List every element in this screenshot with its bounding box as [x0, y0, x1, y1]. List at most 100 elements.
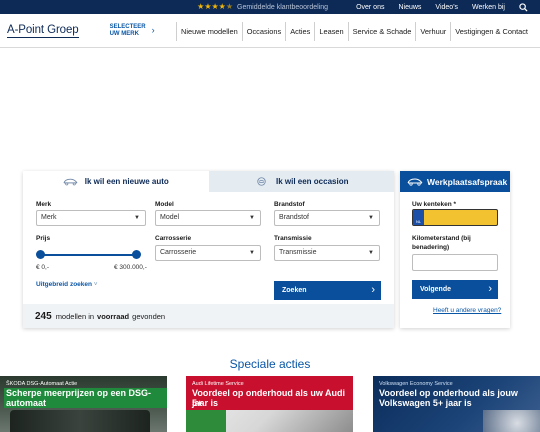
car-icon [63, 178, 78, 186]
brandstof-label: Brandstof [274, 201, 305, 208]
promo-card-volkswagen[interactable]: Volkswagen Economy Service Voordeel op o… [373, 376, 540, 432]
half-star-icon: ★ [225, 2, 233, 11]
search-form: Merk Merk ▼ Model Model ▼ Brandstof Bran… [23, 192, 394, 328]
nav-service-schade[interactable]: Service & Schade [347, 21, 416, 41]
star-icon: ★ [204, 2, 212, 11]
chevron-down-icon: ▼ [249, 250, 255, 256]
brandstof-select-value: Brandstof [279, 214, 309, 221]
chevron-right-icon: › [488, 283, 492, 295]
promo-card-skoda[interactable]: ŠKODA DSG-Automaat Actie Scherpe meerpri… [0, 376, 167, 432]
next-button-label: Volgende [420, 286, 451, 293]
select-brand-line2: UW MERK [109, 30, 139, 37]
model-select-value: Model [160, 214, 180, 221]
search-button[interactable]: Zoeken › [274, 281, 381, 300]
promo-vw-title-1: Voordeel op onderhoud als jouw [379, 388, 518, 398]
price-slider-track[interactable] [40, 254, 137, 256]
search-button-label: Zoeken [282, 287, 307, 294]
price-slider-min-handle[interactable] [36, 250, 45, 259]
site-logo[interactable]: A-Point Groep [7, 24, 79, 38]
chevron-down-icon: ▼ [249, 215, 255, 221]
prijs-label: Prijs [36, 235, 51, 242]
nav-leasen[interactable]: Leasen [314, 21, 347, 41]
toplink-videos[interactable]: Video's [435, 4, 458, 11]
toplink-nieuws[interactable]: Nieuws [398, 4, 421, 11]
advanced-search-link[interactable]: Uitgebreid zoeken ˅ [36, 281, 98, 288]
results-bar: 245 modellen in voorraad gevonden [23, 304, 394, 328]
toplink-over-ons[interactable]: Over ons [356, 4, 384, 11]
rating-text[interactable]: Gemiddelde klantbeoordeling [237, 4, 328, 11]
select-brand-button[interactable]: SELECTEER UW MERK › [110, 24, 155, 37]
promo-skoda-image [10, 410, 150, 432]
other-questions-link[interactable]: Heeft u andere vragen? [433, 307, 501, 314]
workshop-header: Werkplaatsafspraak [400, 171, 510, 192]
star-icon: ★ [211, 2, 219, 11]
promo-vw-subtitle: Volkswagen Economy Service [379, 381, 453, 387]
search-tabs: Ik wil een nieuwe auto Ik wil een occasi… [23, 171, 394, 192]
tab-occasion-label: Ik wil een occasion [276, 177, 349, 186]
result-text-bold: voorraad [97, 311, 130, 321]
kenteken-label: Uw kenteken * [412, 201, 457, 208]
advanced-search-label: Uitgebreid zoeken [36, 281, 92, 288]
nav-nieuwe-modellen[interactable]: Nieuwe modellen [176, 21, 242, 41]
result-text-1: modellen in [55, 311, 95, 321]
workshop-appointment-panel: Werkplaatsafspraak Uw kenteken * NL Kilo… [400, 171, 510, 328]
license-plate-input[interactable]: NL [412, 209, 498, 226]
nav-verhuur[interactable]: Verhuur [415, 21, 450, 41]
model-select[interactable]: Model ▼ [155, 210, 261, 226]
star-icon: ★ [197, 2, 205, 11]
promo-card-audi[interactable]: Audi Lifetime Service Voordeel op onderh… [186, 376, 353, 432]
nav-vestigingen-contact[interactable]: Vestigingen & Contact [450, 21, 532, 41]
promo-audi-title-2: jaar is [192, 398, 219, 408]
carrosserie-select-value: Carrosserie [160, 249, 197, 256]
car-icon [407, 178, 423, 186]
promo-vw-image [483, 410, 540, 432]
chevron-down-icon: ▼ [368, 250, 374, 256]
transmissie-select[interactable]: Transmissie ▼ [274, 245, 380, 261]
carrosserie-select[interactable]: Carrosserie ▼ [155, 245, 261, 261]
select-brand-line1: SELECTEER [109, 24, 146, 30]
merk-label: Merk [36, 201, 52, 208]
car-search-panel: Ik wil een nieuwe auto Ik wil een occasi… [23, 171, 394, 328]
model-label: Model [155, 201, 174, 208]
km-label-2: benadering) [412, 244, 450, 251]
chevron-down-icon: ▼ [134, 215, 140, 221]
chevron-down-icon: ˅ [93, 281, 98, 288]
result-count: 245 [35, 310, 52, 322]
top-bar: ★ ★ ★ ★ ★ Gemiddelde klantbeoordeling Ov… [0, 0, 540, 14]
price-min-value: € 0,- [36, 264, 50, 271]
chevron-right-icon: › [151, 25, 155, 36]
nav-occasions[interactable]: Occasions [241, 21, 286, 41]
merk-select-value: Merk [41, 214, 57, 221]
nav-acties[interactable]: Acties [285, 21, 314, 41]
merk-select[interactable]: Merk ▼ [36, 210, 146, 226]
promo-vw-title-2: Volkswagen 5+ jaar is [379, 398, 472, 408]
workshop-title: Werkplaatsafspraak [427, 176, 508, 187]
tab-occasion[interactable]: Ik wil een occasion [208, 171, 394, 192]
tab-new-car[interactable]: Ik wil een nieuwe auto [23, 171, 209, 192]
star-icon: ★ [218, 2, 226, 11]
promo-skoda-title: Scherpe meerprijzen op een DSG-automaat [4, 388, 167, 408]
tab-new-car-label: Ik wil een nieuwe auto [84, 177, 169, 186]
occasion-icon [257, 177, 266, 186]
transmissie-label: Transmissie [274, 235, 312, 242]
km-label-1: Kilometerstand (bij [412, 235, 471, 242]
search-icon[interactable] [519, 2, 528, 12]
next-button[interactable]: Volgende › [412, 280, 498, 299]
promo-audi-subtitle: Audi Lifetime Service [192, 381, 244, 387]
main-header: A-Point Groep SELECTEER UW MERK › Nieuwe… [0, 14, 540, 48]
chevron-right-icon: › [371, 284, 375, 296]
promo-audi-image [186, 410, 226, 432]
mileage-input[interactable] [412, 254, 498, 271]
chevron-down-icon: ▼ [368, 215, 374, 221]
carrosserie-label: Carrosserie [155, 235, 192, 242]
special-offers-title: Speciale acties [229, 357, 311, 371]
price-slider-max-handle[interactable] [132, 250, 141, 259]
toplink-werken-bij[interactable]: Werken bij [472, 4, 505, 11]
result-text-2: gevonden [132, 311, 166, 321]
rating-stars: ★ ★ ★ ★ ★ [197, 3, 233, 11]
main-nav: Nieuwe modellen Occasions Acties Leasen … [176, 14, 532, 48]
price-max-value: € 300.000,- [114, 264, 147, 271]
brandstof-select[interactable]: Brandstof ▼ [274, 210, 380, 226]
plate-country: NL [413, 210, 424, 225]
promo-skoda-subtitle: ŠKODA DSG-Automaat Actie [6, 381, 78, 387]
